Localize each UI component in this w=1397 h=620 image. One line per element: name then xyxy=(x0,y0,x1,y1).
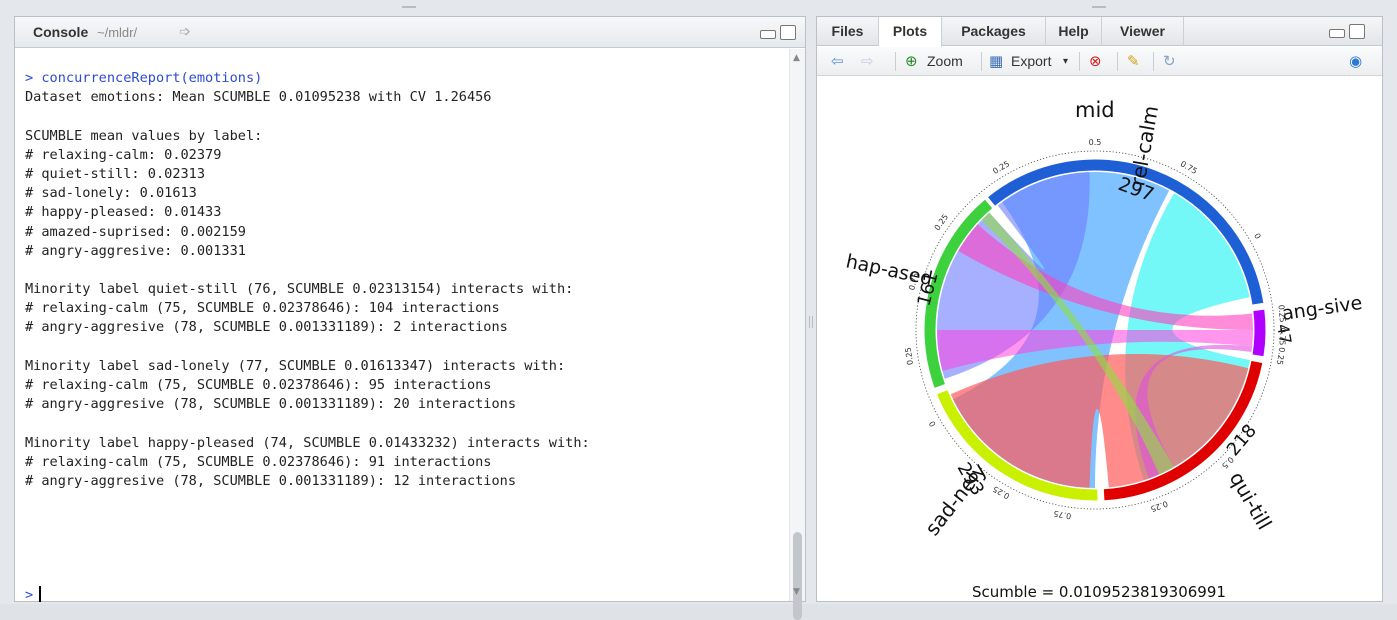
console-line: Minority label quiet-still (76, SCUMBLE … xyxy=(25,281,574,298)
tick-label: 0.75 xyxy=(1278,327,1288,345)
text-cursor xyxy=(39,586,42,602)
console-line: # relaxing-calm: 0.02379 xyxy=(25,146,222,163)
console-window-controls xyxy=(760,25,800,41)
console-line: # sad-lonely: 0.01613 xyxy=(25,185,197,202)
plot-canvas: mid rel-calm 297 hap-ased 161 ang-sive 4… xyxy=(817,77,1382,601)
tick-label: 0.75 xyxy=(1179,159,1199,176)
console-line: # relaxing-calm (75, SCUMBLE 0.02378646)… xyxy=(25,377,492,393)
forward-arrow-icon[interactable]: ⇨ xyxy=(861,52,874,70)
chord-links xyxy=(937,172,1253,488)
console-line: # happy-pleased: 0.01433 xyxy=(25,204,222,221)
vertical-splitter[interactable] xyxy=(806,16,816,604)
tick-label: 0.25 xyxy=(1275,347,1286,366)
sector-angry xyxy=(1251,308,1267,358)
plots-pane: Files Plots Packages Help Viewer ⇦ ⇨ ⊕ Z… xyxy=(816,16,1383,602)
tab-viewer[interactable]: Viewer xyxy=(1102,17,1184,46)
back-arrow-icon[interactable]: ⇦ xyxy=(831,52,844,70)
plots-toolbar: ⇦ ⇨ ⊕ Zoom ▦ Export ▾ ⊗ ✎ ↻ ◉ xyxy=(817,47,1382,76)
tick-label: 0 xyxy=(1252,232,1262,241)
toolbar-separator xyxy=(1117,52,1118,71)
clear-all-broom-icon[interactable]: ✎ xyxy=(1127,52,1140,70)
console-prompt[interactable]: > xyxy=(25,586,42,603)
minimize-pane-button[interactable] xyxy=(760,30,776,39)
go-to-directory-icon[interactable]: ➩ xyxy=(179,24,191,40)
maximize-pane-button[interactable] xyxy=(780,25,796,40)
tick-label: 0.5 xyxy=(1220,455,1235,470)
console-line: Minority label happy-pleased (74, SCUMBL… xyxy=(25,434,590,451)
export-dropdown-icon[interactable]: ▾ xyxy=(1063,56,1068,67)
tick-label: 0.5 xyxy=(1089,138,1102,147)
tick-label: 0.25 xyxy=(933,213,951,233)
top-splitter[interactable] xyxy=(0,0,1397,14)
console-line: # angry-aggresive (78, SCUMBLE 0.0013311… xyxy=(25,319,508,336)
rstudio-window: Console ~/mldr/ ➩ > concurrenceReport(em… xyxy=(0,0,1397,620)
toolbar-separator xyxy=(981,52,982,71)
zoom-button[interactable]: Zoom xyxy=(927,53,963,69)
scroll-down-arrow-icon[interactable]: ▼ xyxy=(793,587,800,597)
scroll-up-arrow-icon[interactable]: ▲ xyxy=(793,53,800,63)
console-path: ~/mldr/ xyxy=(97,25,138,40)
tick-label: 0 xyxy=(927,419,937,428)
console-line: Dataset emotions: Mean SCUMBLE 0.0109523… xyxy=(25,89,492,106)
minimize-plots-button[interactable] xyxy=(1329,29,1345,38)
maximize-plots-button[interactable] xyxy=(1349,24,1365,39)
vertical-splitter-grip[interactable] xyxy=(809,316,813,328)
prompt-symbol: > xyxy=(25,587,34,603)
console-line: Minority label sad-lonely (77, SCUMBLE 0… xyxy=(25,357,566,374)
splitter-grip-left[interactable] xyxy=(402,6,416,8)
top-label: mid xyxy=(1075,98,1115,122)
tab-plots[interactable]: Plots xyxy=(879,17,942,47)
plots-window-controls xyxy=(1329,24,1369,40)
console-line: # quiet-still: 0.02313 xyxy=(25,165,206,182)
console-line: # relaxing-calm (75, SCUMBLE 0.02378646)… xyxy=(25,453,492,470)
toolbar-separator xyxy=(1079,52,1080,71)
export-button[interactable]: Export xyxy=(1011,53,1051,69)
refresh-icon[interactable]: ↻ xyxy=(1163,52,1176,70)
console-line: # angry-aggresive: 0.001331 xyxy=(25,242,246,259)
console-title: Console xyxy=(33,24,89,40)
toolbar-separator xyxy=(1153,52,1154,71)
remove-plot-icon[interactable]: ⊗ xyxy=(1089,52,1102,70)
tab-packages[interactable]: Packages xyxy=(942,17,1046,46)
export-icon[interactable]: ▦ xyxy=(989,52,1003,70)
console-header: Console ~/mldr/ ➩ xyxy=(15,17,805,48)
tick-label: 0.75 xyxy=(1053,509,1072,521)
scrollbar-thumb[interactable] xyxy=(793,532,802,620)
pane-tabbar: Files Plots Packages Help Viewer xyxy=(817,17,1382,47)
tick-label: 0.25 xyxy=(904,347,915,366)
label-angry: ang-sive xyxy=(1281,292,1364,325)
console-line: SCUMBLE mean values by label: xyxy=(25,127,263,144)
console-line: # angry-aggresive (78, SCUMBLE 0.0013311… xyxy=(25,472,517,489)
console-scrollbar[interactable]: ▲ ▼ xyxy=(789,49,805,620)
console-line: > concurrenceReport(emotions) xyxy=(25,70,263,86)
console-line: # angry-aggresive (78, SCUMBLE 0.0013311… xyxy=(25,396,517,413)
chord-diagram: mid rel-calm 297 hap-ased 161 ang-sive 4… xyxy=(844,98,1364,601)
tab-help[interactable]: Help xyxy=(1046,17,1102,46)
label-quiet: qui-till xyxy=(1225,468,1277,534)
splitter-grip-right[interactable] xyxy=(1092,6,1106,8)
console-pane: Console ~/mldr/ ➩ > concurrenceReport(em… xyxy=(14,16,806,620)
tick-label: 0.25 xyxy=(1149,499,1169,514)
publish-icon[interactable]: ◉ xyxy=(1349,52,1362,70)
toolbar-separator xyxy=(895,52,896,71)
tab-files[interactable]: Files xyxy=(817,17,879,46)
console-line: # relaxing-calm (75, SCUMBLE 0.02378646)… xyxy=(25,300,500,317)
tick-label: 0.25 xyxy=(1277,304,1288,323)
zoom-icon[interactable]: ⊕ xyxy=(905,52,918,70)
plot-caption: Scumble = 0.0109523819306991 xyxy=(972,583,1226,601)
console-line: # amazed-suprised: 0.002159 xyxy=(25,223,246,240)
console-output[interactable]: > concurrenceReport(emotions) Dataset emo… xyxy=(25,69,785,491)
